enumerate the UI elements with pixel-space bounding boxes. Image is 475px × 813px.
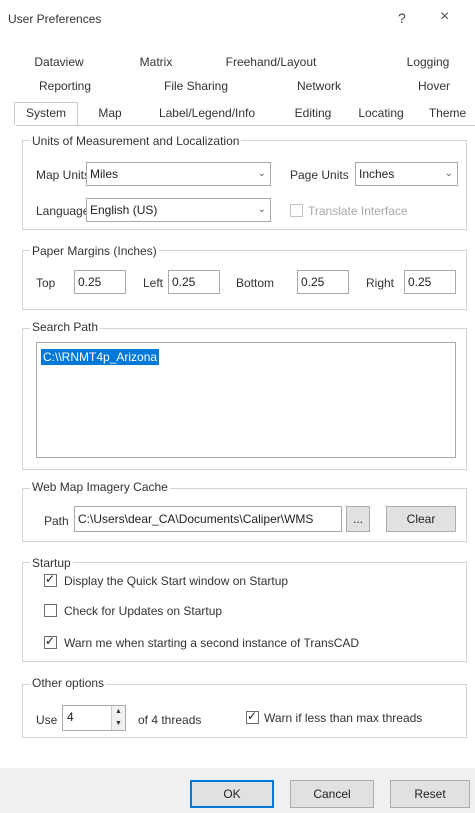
tab-reporting[interactable]: Reporting [30, 76, 100, 96]
cache-group-title: Web Map Imagery Cache [30, 480, 170, 494]
threads-value[interactable]: 4 [67, 710, 74, 724]
title-bar: User Preferences ? × [0, 0, 475, 40]
help-icon[interactable]: ? [398, 10, 406, 26]
tab-dataview[interactable]: Dataview [24, 52, 94, 72]
check-updates-label: Check for Updates on Startup [64, 604, 223, 618]
tab-matrix[interactable]: Matrix [126, 52, 186, 72]
use-label: Use [36, 713, 58, 727]
tab-editing[interactable]: Editing [286, 103, 340, 123]
map-units-label: Map Units [36, 168, 91, 182]
close-icon[interactable]: × [440, 8, 449, 26]
search-path-title: Search Path [30, 320, 101, 334]
quick-start-label: Display the Quick Start window on Startu… [64, 574, 289, 588]
cache-path-input[interactable]: C:\Users\dear_CA\Documents\Caliper\WMS [74, 506, 342, 532]
tab-locating[interactable]: Locating [350, 103, 412, 123]
chevron-down-icon: ⌄ [257, 204, 266, 215]
page-units-select[interactable]: Inches ⌄ [355, 162, 458, 186]
list-item[interactable]: C:\\RNMT4p_Arizona [41, 349, 160, 365]
tab-row-3: System Map Label/Legend/Info Editing Loc… [0, 102, 475, 125]
tab-label-legend-info[interactable]: Label/Legend/Info [142, 103, 272, 123]
tab-system[interactable]: System [14, 102, 78, 125]
tab-file-sharing[interactable]: File Sharing [151, 76, 241, 96]
margin-right-label: Right [366, 276, 395, 290]
tab-freehand-layout[interactable]: Freehand/Layout [216, 52, 326, 72]
other-options-title: Other options [30, 676, 107, 690]
map-units-value: Miles [90, 167, 119, 181]
of-threads-label: of 4 threads [138, 713, 202, 727]
search-path-list[interactable]: C:\\RNMT4p_Arizona [36, 342, 456, 458]
language-label: Language [36, 204, 90, 218]
tab-row-2: Reporting File Sharing Network Hover [16, 76, 475, 96]
translate-interface-label: Translate Interface [308, 204, 408, 218]
spin-up-icon[interactable]: ▲ [111, 706, 125, 718]
threads-spinner[interactable]: 4 ▲ ▼ [62, 705, 126, 731]
clear-button[interactable]: Clear [386, 506, 456, 532]
startup-group-title: Startup [30, 556, 73, 570]
margin-right-input[interactable]: 0.25 [404, 270, 456, 294]
cache-path-label: Path [44, 514, 69, 528]
margin-left-input[interactable]: 0.25 [168, 270, 220, 294]
tab-map[interactable]: Map [90, 103, 130, 123]
language-select[interactable]: English (US) ⌄ [86, 198, 271, 222]
page-units-value: Inches [359, 167, 395, 181]
margin-bottom-input[interactable]: 0.25 [297, 270, 349, 294]
check-updates-checkbox[interactable] [44, 604, 57, 617]
tab-logging[interactable]: Logging [398, 52, 458, 72]
tab-hover[interactable]: Hover [406, 76, 462, 96]
margin-top-input[interactable]: 0.25 [74, 270, 126, 294]
warn-threads-checkbox[interactable] [246, 709, 259, 724]
tab-network[interactable]: Network [284, 76, 354, 96]
paper-margins-title: Paper Margins (Inches) [30, 244, 159, 258]
margin-bottom-label: Bottom [236, 276, 275, 290]
quick-start-checkbox[interactable] [44, 572, 57, 587]
tab-theme[interactable]: Theme [420, 103, 475, 123]
warn-second-instance-label: Warn me when starting a second instance … [64, 636, 360, 650]
warn-threads-label: Warn if less than max threads [264, 711, 423, 725]
units-group-title: Units of Measurement and Localization [30, 134, 242, 148]
reset-button[interactable]: Reset [390, 780, 470, 808]
translate-interface-checkbox[interactable] [290, 204, 303, 217]
chevron-down-icon: ⌄ [257, 168, 266, 179]
warn-second-instance-checkbox[interactable] [44, 634, 57, 649]
chevron-down-icon: ⌄ [444, 168, 453, 179]
spin-down-icon[interactable]: ▼ [111, 718, 125, 730]
browse-button[interactable]: ... [346, 506, 370, 532]
window-title: User Preferences [8, 12, 102, 26]
language-value: English (US) [90, 203, 158, 217]
map-units-select[interactable]: Miles ⌄ [86, 162, 271, 186]
page-units-label: Page Units [290, 168, 349, 182]
margin-left-label: Left [143, 276, 164, 290]
cancel-button[interactable]: Cancel [290, 780, 374, 808]
ok-button[interactable]: OK [190, 780, 274, 808]
tab-row-1: Dataview Matrix Freehand/Layout Logging [16, 52, 475, 72]
margin-top-label: Top [36, 276, 56, 290]
